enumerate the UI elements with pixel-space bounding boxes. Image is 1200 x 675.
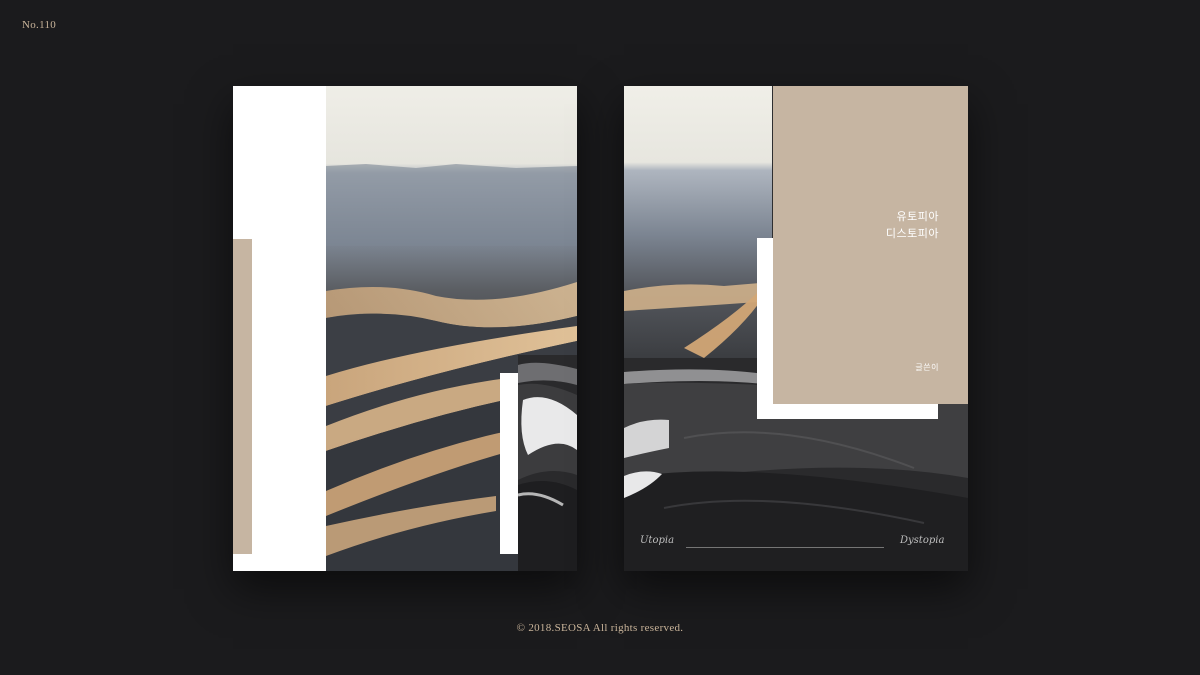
script-label-right: Dystopia xyxy=(900,535,945,546)
wave-photo-left xyxy=(518,355,577,571)
script-divider-line xyxy=(686,547,884,548)
white-accent-bar xyxy=(500,373,518,554)
copyright-footer: © 2018.SEOSA All rights reserved. xyxy=(516,622,684,634)
script-label-left: Utopia xyxy=(640,535,675,546)
right-mockup-card: 유토피아 디스토피아 글쓴이 Utopia Dystopia xyxy=(624,86,968,571)
cover-title-line-2: 디스토피아 xyxy=(885,227,939,240)
desert-photo-right xyxy=(624,86,772,358)
serial-number: No.110 xyxy=(22,19,57,31)
left-mockup-card xyxy=(233,86,577,571)
cover-author: 글쓴이 xyxy=(915,363,939,372)
cover-title-line-1: 유토피아 xyxy=(896,210,939,223)
cover-title: 유토피아 디스토피아 xyxy=(886,208,939,242)
cover-title-panel: 유토피아 디스토피아 글쓴이 xyxy=(773,86,968,404)
beige-accent-bar xyxy=(233,239,252,554)
